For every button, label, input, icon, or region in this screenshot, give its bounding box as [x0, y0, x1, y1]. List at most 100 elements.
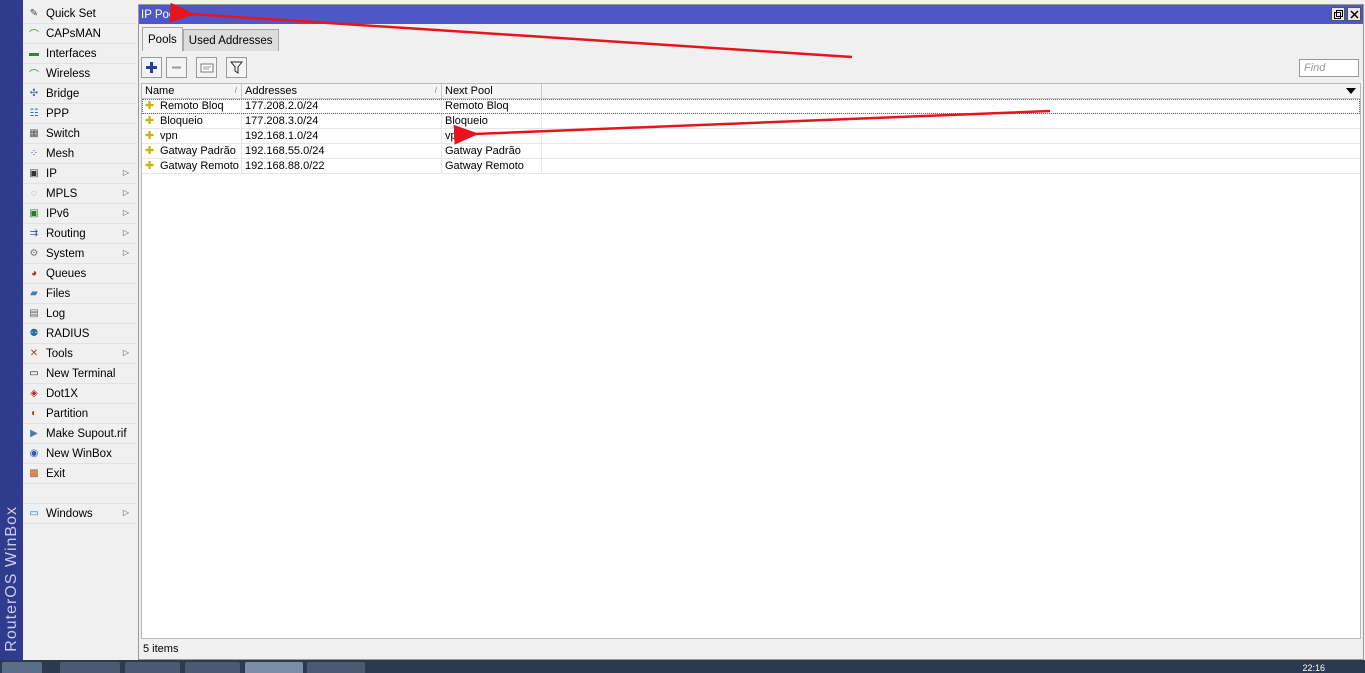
sidebar-item-log[interactable]: ▤ Log	[23, 304, 136, 324]
sidebar-item-partition[interactable]: ◐ Partition	[23, 404, 136, 424]
restore-button[interactable]	[1331, 7, 1345, 21]
start-button[interactable]	[2, 662, 42, 673]
folder-icon: ▰	[30, 288, 38, 299]
sidebar-item-system[interactable]: ⚙ System ▷	[23, 244, 136, 264]
sidebar-item-interfaces[interactable]: ▬ Interfaces	[23, 44, 136, 64]
sidebar-item-ip[interactable]: ▣ IP ▷	[23, 164, 136, 184]
sidebar-item-bridge[interactable]: ✣ Bridge	[23, 84, 136, 104]
sidebar-item-label: System	[46, 247, 85, 260]
partition-icon: ◐	[30, 408, 38, 419]
taskbar-item[interactable]	[185, 662, 240, 673]
windows-icon: ▭	[29, 508, 39, 519]
pool-name: Remoto Bloq	[160, 100, 224, 112]
routing-icon: ⇉	[29, 228, 39, 239]
taskbar-item[interactable]	[245, 662, 303, 673]
cell-name: ✚ Gatway Remoto	[142, 159, 242, 173]
table-row[interactable]: ✚ Gatway Padrão 192.168.55.0/24 Gatway Padr…	[142, 144, 1360, 159]
sidebar-item-label: Wireless	[46, 67, 91, 80]
pool-icon: ✚	[145, 145, 155, 157]
antenna-icon: ⌒	[29, 30, 39, 41]
add-button[interactable]	[141, 57, 162, 78]
sidebar-item-label: IP	[46, 167, 57, 180]
sidebar-item-label: Bridge	[46, 87, 80, 100]
pool-name: vpn	[160, 130, 178, 142]
sidebar-item-mesh[interactable]: ⁘ Mesh	[23, 144, 136, 164]
sidebar-item-label: Quick Set	[46, 7, 96, 20]
brand-bar: RouterOS WinBox	[0, 0, 23, 660]
ip-pool-window: IP Pool Pools Used Addresses Find Name / …	[138, 4, 1364, 660]
sidebar-item-queues[interactable]: ◕ Queues	[23, 264, 136, 284]
submenu-arrow-icon: ▷	[122, 508, 129, 517]
taskbar-item[interactable]	[60, 662, 120, 673]
sidebar-item-dot1x[interactable]: ◈ Dot1X	[23, 384, 136, 404]
taskbar-item[interactable]	[125, 662, 180, 673]
sidebar-item-mpls[interactable]: ◌ MPLS ▷	[23, 184, 136, 204]
pool-icon: ✚	[145, 100, 155, 112]
window-titlebar[interactable]: IP Pool	[139, 5, 1363, 24]
sidebar-item-label: Switch	[46, 127, 80, 140]
filter-button[interactable]	[226, 57, 247, 78]
sidebar-item-label: Windows	[46, 507, 93, 520]
remove-button[interactable]	[166, 57, 187, 78]
cell-next-pool: Remoto Bloq	[442, 99, 542, 113]
sidebar-item-switch[interactable]: ▦ Switch	[23, 124, 136, 144]
sort-icon: /	[234, 86, 237, 95]
cell-next-pool: vpn	[442, 129, 542, 143]
comment-button[interactable]	[196, 57, 217, 78]
column-next-pool-label: Next Pool	[445, 85, 493, 97]
sidebar-spacer	[23, 484, 136, 504]
sidebar-item-routing[interactable]: ⇉ Routing ▷	[23, 224, 136, 244]
sidebar-item-files[interactable]: ▰ Files	[23, 284, 136, 304]
sidebar-item-label: New Terminal	[46, 367, 116, 380]
sidebar-item-radius[interactable]: ⚉ RADIUS	[23, 324, 136, 344]
close-button[interactable]	[1347, 7, 1361, 21]
tab-pools[interactable]: Pools	[142, 27, 183, 51]
sidebar-item-label: Files	[46, 287, 71, 300]
winbox-icon: ◉	[29, 448, 39, 459]
pool-name: Gatway Remoto	[160, 160, 239, 172]
sidebar-item-wireless[interactable]: ⌒ Wireless	[23, 64, 136, 84]
table-row[interactable]: ✚ Bloqueio 177.208.3.0/24 Bloqueio	[142, 114, 1360, 129]
table-row[interactable]: ✚ Remoto Bloq 177.208.2.0/24 Remoto Bloq	[142, 99, 1360, 114]
sidebar-item-label: IPv6	[46, 207, 70, 220]
taskbar-item[interactable]	[307, 662, 365, 673]
wand-icon: ✎	[29, 8, 39, 19]
sidebar-item-label: Mesh	[46, 147, 75, 160]
interfaces-icon: ▬	[29, 48, 39, 59]
sidebar-item-capsman[interactable]: ⌒ CAPsMAN	[23, 24, 136, 44]
tab-used-addresses[interactable]: Used Addresses	[182, 29, 279, 51]
tab-bar: Pools Used Addresses	[142, 27, 279, 51]
restore-icon	[1333, 9, 1343, 19]
sidebar-item-make-supout-rif[interactable]: ▶ Make Supout.rif	[23, 424, 136, 444]
table-body: ✚ Remoto Bloq 177.208.2.0/24 Remoto Bloq ✚ Bl…	[142, 99, 1360, 174]
cell-addresses: 192.168.1.0/24	[242, 129, 442, 143]
log-icon: ▤	[29, 308, 39, 319]
columns-dropdown-icon[interactable]	[1346, 88, 1356, 94]
pool-name: Gatway Padrão	[160, 145, 236, 157]
table-row[interactable]: ✚ Gatway Remoto 192.168.88.0/22 Gatway Remo…	[142, 159, 1360, 174]
column-header-addresses[interactable]: Addresses /	[242, 84, 442, 98]
cell-addresses: 192.168.88.0/22	[242, 159, 442, 173]
ip-icon: ▣	[29, 168, 39, 179]
submenu-arrow-icon: ▷	[122, 248, 129, 257]
sidebar-item-label: MPLS	[46, 187, 78, 200]
sidebar-item-new-winbox[interactable]: ◉ New WinBox	[23, 444, 136, 464]
sidebar-item-tools[interactable]: ✕ Tools ▷	[23, 344, 136, 364]
sidebar-item-windows[interactable]: ▭ Windows ▷	[23, 504, 136, 524]
sidebar-item-ipv6[interactable]: ▣ IPv6 ▷	[23, 204, 136, 224]
column-header-next-pool[interactable]: Next Pool	[442, 84, 542, 98]
submenu-arrow-icon: ▷	[122, 228, 129, 237]
ipv6-icon: ▣	[29, 208, 39, 219]
find-input[interactable]: Find	[1299, 59, 1359, 77]
sidebar-item-label: Log	[46, 307, 66, 320]
sidebar-item-quick-set[interactable]: ✎ Quick Set	[23, 4, 136, 24]
pool-name: Bloqueio	[160, 115, 203, 127]
sort-icon: /	[434, 86, 437, 95]
column-header-name[interactable]: Name /	[142, 84, 242, 98]
sidebar-item-exit[interactable]: ▩ Exit	[23, 464, 136, 484]
sidebar-item-ppp[interactable]: ☷ PPP	[23, 104, 136, 124]
sidebar-item-new-terminal[interactable]: ▭ New Terminal	[23, 364, 136, 384]
terminal-icon: ▭	[29, 368, 39, 379]
sidebar-item-label: Interfaces	[46, 47, 97, 60]
table-row[interactable]: ✚ vpn 192.168.1.0/24 vpn	[142, 129, 1360, 144]
